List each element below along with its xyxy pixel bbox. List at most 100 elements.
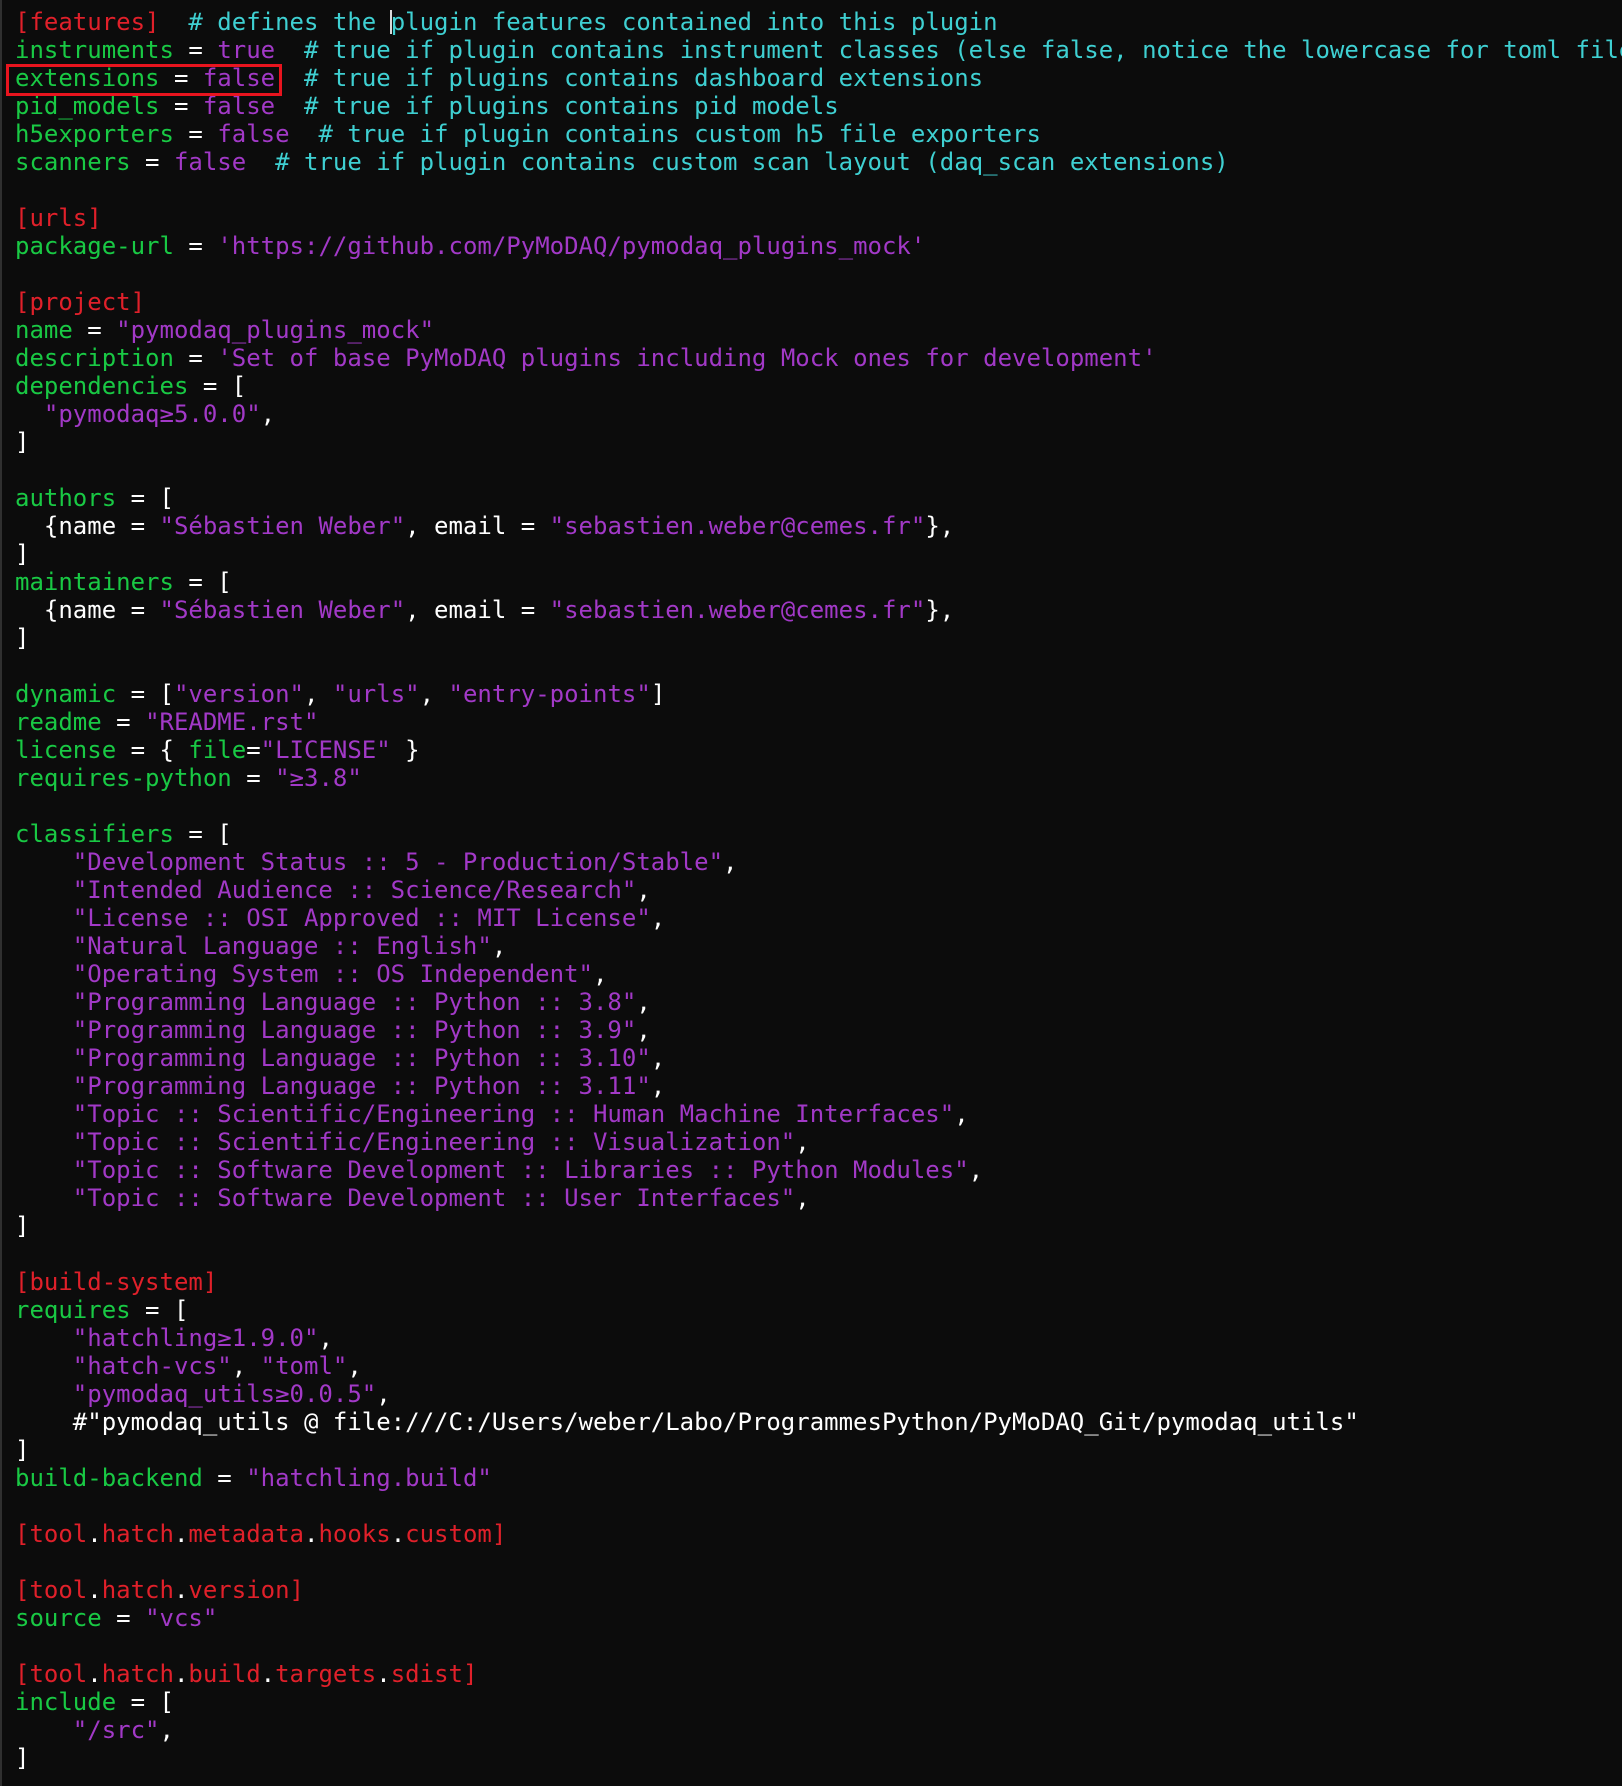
string-value: "Operating System :: OS Independent" [72,960,593,988]
code-line[interactable]: readme = "README.rst" [15,708,1622,736]
punctuation: , email = [405,596,550,624]
code-line[interactable]: [project] [15,288,1622,316]
code-line[interactable] [15,1240,1622,1268]
code-line[interactable]: #"pymodaq_utils @ file:///C:/Users/weber… [15,1408,1622,1436]
toml-key: license [15,736,117,764]
code-line[interactable] [15,456,1622,484]
code-line[interactable]: "hatch-vcs", "toml", [15,1352,1622,1380]
code-line[interactable]: "Natural Language :: English", [15,932,1622,960]
code-line[interactable]: classifiers = [ [15,820,1622,848]
code-line[interactable]: scanners = false # true if plugin contai… [15,148,1622,176]
toml-key: instruments [15,36,174,64]
string-value: "hatch-vcs" [72,1352,232,1380]
code-line[interactable]: "pymodaq_utils≥0.0.5", [15,1380,1622,1408]
code-line[interactable]: "Topic :: Software Development :: User I… [15,1184,1622,1212]
code-line[interactable]: extensions = false # true if plugins con… [15,64,1622,92]
code-line[interactable]: ] [15,1212,1622,1240]
code-line[interactable]: authors = [ [15,484,1622,512]
code-line[interactable] [15,260,1622,288]
toml-key: include [15,1688,117,1716]
code-line[interactable]: ] [15,428,1622,456]
code-line[interactable]: ] [15,1744,1622,1772]
toml-key: source [15,1604,102,1632]
string-value: "Sébastien Weber" [159,512,406,540]
code-line[interactable]: dynamic = ["version", "urls", "entry-poi… [15,680,1622,708]
toml-key: readme [15,708,102,736]
code-line[interactable]: source = "vcs" [15,1604,1622,1632]
code-line[interactable]: "Topic :: Scientific/Engineering :: Huma… [15,1100,1622,1128]
punctuation: , [318,1324,333,1352]
code-line[interactable] [15,1548,1622,1576]
toml-key: scanners [15,148,131,176]
code-line[interactable]: [urls] [15,204,1622,232]
punctuation: , [636,876,651,904]
toml-key: extensions [15,64,160,92]
code-content[interactable]: [features] # defines the plugin features… [15,8,1622,1772]
code-line[interactable]: "License :: OSI Approved :: MIT License"… [15,904,1622,932]
code-editor[interactable]: [features] # defines the plugin features… [0,0,1622,1786]
toml-key: build-backend [15,1464,203,1492]
string-value: "/src" [72,1716,160,1744]
code-line[interactable]: [tool.hatch.build.targets.sdist] [15,1660,1622,1688]
code-line[interactable]: [build-system] [15,1268,1622,1296]
code-line[interactable]: "Topic :: Software Development :: Librar… [15,1156,1622,1184]
code-line[interactable]: [features] # defines the plugin features… [15,8,1622,36]
punctuation [15,1716,73,1744]
code-line[interactable]: pid_models = false # true if plugins con… [15,92,1622,120]
code-line[interactable]: {name = "Sébastien Weber", email = "seba… [15,512,1622,540]
code-line[interactable]: ] [15,540,1622,568]
string-value: true [217,36,276,64]
code-line[interactable]: requires = [ [15,1296,1622,1324]
code-line[interactable] [15,1632,1622,1660]
code-line[interactable]: "pymodaq≥5.0.0", [15,400,1622,428]
code-line[interactable] [15,652,1622,680]
punctuation: = [ [188,372,247,400]
code-line[interactable]: "hatchling≥1.9.0", [15,1324,1622,1352]
code-line[interactable]: dependencies = [ [15,372,1622,400]
string-value: "pymodaq_plugins_mock" [116,316,435,344]
code-line[interactable]: "Development Status :: 5 - Production/St… [15,848,1622,876]
code-line[interactable]: name = "pymodaq_plugins_mock" [15,316,1622,344]
code-line[interactable]: ] [15,1436,1622,1464]
code-line[interactable]: build-backend = "hatchling.build" [15,1464,1622,1492]
punctuation: , [347,1352,362,1380]
code-line[interactable]: "Programming Language :: Python :: 3.8", [15,988,1622,1016]
punctuation: = [173,36,218,64]
code-line[interactable]: "Programming Language :: Python :: 3.11"… [15,1072,1622,1100]
punctuation [15,904,73,932]
punctuation: ] [15,624,30,652]
section-header: [project] [15,288,146,316]
code-line[interactable]: "/src", [15,1716,1622,1744]
punctuation [15,1044,73,1072]
code-line[interactable]: description = 'Set of base PyMoDAQ plugi… [15,344,1622,372]
punctuation: ] [650,680,666,708]
code-line[interactable] [15,792,1622,820]
code-line[interactable] [15,176,1622,204]
code-line[interactable]: "Programming Language :: Python :: 3.9", [15,1016,1622,1044]
code-line[interactable]: include = [ [15,1688,1622,1716]
code-line[interactable]: license = { file="LICENSE" } [15,736,1622,764]
code-line[interactable]: {name = "Sébastien Weber", email = "seba… [15,596,1622,624]
string-value: "Programming Language :: Python :: 3.10" [72,1044,651,1072]
code-line[interactable] [15,1492,1622,1520]
punctuation [15,1128,73,1156]
code-line[interactable]: [tool.hatch.version] [15,1576,1622,1604]
code-line[interactable]: package-url = 'https://github.com/PyMoDA… [15,232,1622,260]
code-line[interactable]: "Operating System :: OS Independent", [15,960,1622,988]
code-line[interactable]: "Topic :: Scientific/Engineering :: Visu… [15,1128,1622,1156]
code-line[interactable]: instruments = true # true if plugin cont… [15,36,1622,64]
string-value: "hatchling≥1.9.0" [72,1324,319,1352]
code-line[interactable]: h5exporters = false # true if plugin con… [15,120,1622,148]
punctuation: = [ [173,820,232,848]
code-line[interactable]: ] [15,624,1622,652]
comment-text: # true if plugin contains instrument cla… [304,36,1622,64]
code-line[interactable]: "Intended Audience :: Science/Research", [15,876,1622,904]
punctuation: , email = [405,512,550,540]
code-line[interactable]: requires-python = "≥3.8" [15,764,1622,792]
punctuation [290,120,319,148]
code-line[interactable]: [tool.hatch.metadata.hooks.custom] [15,1520,1622,1548]
code-line[interactable]: maintainers = [ [15,568,1622,596]
toml-key: name [15,316,73,344]
punctuation [15,1184,73,1212]
code-line[interactable]: "Programming Language :: Python :: 3.10"… [15,1044,1622,1072]
